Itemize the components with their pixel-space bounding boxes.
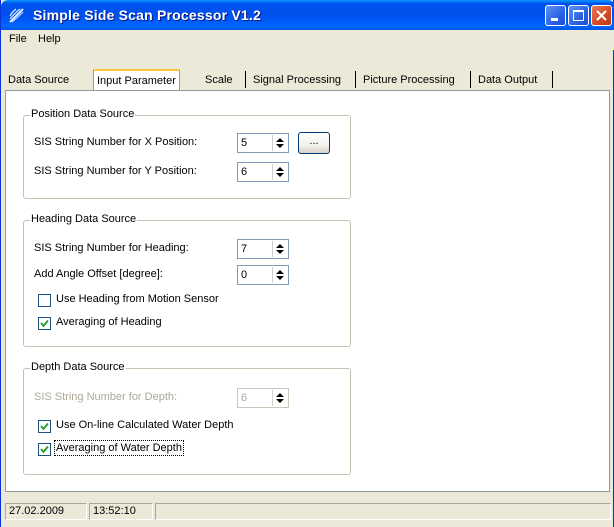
tab-separator	[552, 71, 553, 88]
tab-signal-processing[interactable]: Signal Processing	[251, 72, 343, 89]
online-depth-label[interactable]: Use On-line Calculated Water Depth	[56, 419, 234, 431]
heading-group-title: Heading Data Source	[30, 213, 138, 225]
maximize-button[interactable]	[568, 5, 589, 26]
averaging-depth-label[interactable]: Averaging of Water Depth	[54, 440, 184, 456]
tab-separator	[470, 71, 471, 88]
x-position-label: SIS String Number for X Position:	[34, 136, 198, 148]
menu-help[interactable]: Help	[34, 33, 65, 45]
depth-spinner: 6	[237, 388, 289, 408]
tab-scale[interactable]: Scale	[203, 72, 235, 89]
menu-bar: File Help	[2, 30, 614, 50]
spinner-arrows-icon[interactable]	[272, 241, 287, 257]
checkmark-icon	[40, 422, 49, 431]
checkmark-icon	[40, 445, 49, 454]
window-title: Simple Side Scan Processor V1.2	[33, 7, 261, 23]
spinner-arrows-icon[interactable]	[272, 164, 287, 180]
title-bar[interactable]: Simple Side Scan Processor V1.2	[1, 0, 614, 30]
depth-group-title: Depth Data Source	[30, 361, 126, 373]
y-position-label: SIS String Number for Y Position:	[34, 165, 197, 177]
depth-label: SIS String Number for Depth:	[34, 391, 178, 403]
motion-sensor-checkbox[interactable]	[38, 294, 51, 307]
position-data-source-group: Position Data Source SIS String Number f…	[23, 108, 351, 199]
close-button[interactable]	[591, 5, 612, 26]
status-time: 13:52:10	[89, 503, 153, 520]
heading-data-source-group: Heading Data Source SIS String Number fo…	[23, 213, 351, 347]
angle-offset-label: Add Angle Offset [degree]:	[34, 268, 163, 280]
position-group-title: Position Data Source	[30, 108, 136, 120]
x-position-spinner[interactable]: 5	[237, 133, 289, 153]
input-parameter-panel: Position Data Source SIS String Number f…	[5, 90, 610, 492]
menu-file[interactable]: File	[5, 33, 31, 45]
angle-offset-spinner[interactable]: 0	[237, 265, 289, 285]
tab-strip: Data Source Input Parameter Scale Signal…	[2, 50, 614, 92]
angle-offset-value: 0	[241, 269, 248, 281]
x-position-value: 5	[241, 137, 248, 149]
checkmark-icon	[40, 319, 49, 328]
status-bar: 27.02.2009 13:52:10	[5, 499, 611, 523]
tab-picture-processing[interactable]: Picture Processing	[361, 72, 457, 89]
y-position-spinner[interactable]: 6	[237, 162, 289, 182]
y-position-value: 6	[241, 166, 248, 178]
tab-data-output[interactable]: Data Output	[476, 72, 539, 89]
tab-separator	[245, 71, 246, 88]
depth-data-source-group: Depth Data Source SIS String Number for …	[23, 361, 351, 475]
spinner-arrows-icon[interactable]	[272, 267, 287, 283]
averaging-depth-checkbox[interactable]	[38, 443, 51, 456]
tab-data-source[interactable]: Data Source	[6, 72, 71, 89]
heading-value: 7	[241, 243, 248, 255]
heading-spinner[interactable]: 7	[237, 239, 289, 259]
minimize-button[interactable]	[545, 5, 566, 26]
heading-label: SIS String Number for Heading:	[34, 242, 189, 254]
averaging-heading-checkbox[interactable]	[38, 317, 51, 330]
depth-value: 6	[241, 392, 248, 404]
browse-button[interactable]: ...	[298, 132, 330, 154]
app-window: Simple Side Scan Processor V1.2 File Hel…	[0, 0, 614, 527]
online-depth-checkbox[interactable]	[38, 420, 51, 433]
averaging-heading-label[interactable]: Averaging of Heading	[56, 316, 162, 328]
status-panel	[155, 503, 611, 520]
spinner-arrows-icon[interactable]	[272, 135, 287, 151]
status-date: 27.02.2009	[5, 503, 87, 520]
tab-input-parameter[interactable]: Input Parameter	[93, 69, 180, 92]
tab-separator	[355, 71, 356, 88]
motion-sensor-label[interactable]: Use Heading from Motion Sensor	[56, 293, 219, 305]
spinner-arrows-icon	[272, 390, 287, 406]
app-sonar-icon	[8, 7, 25, 24]
